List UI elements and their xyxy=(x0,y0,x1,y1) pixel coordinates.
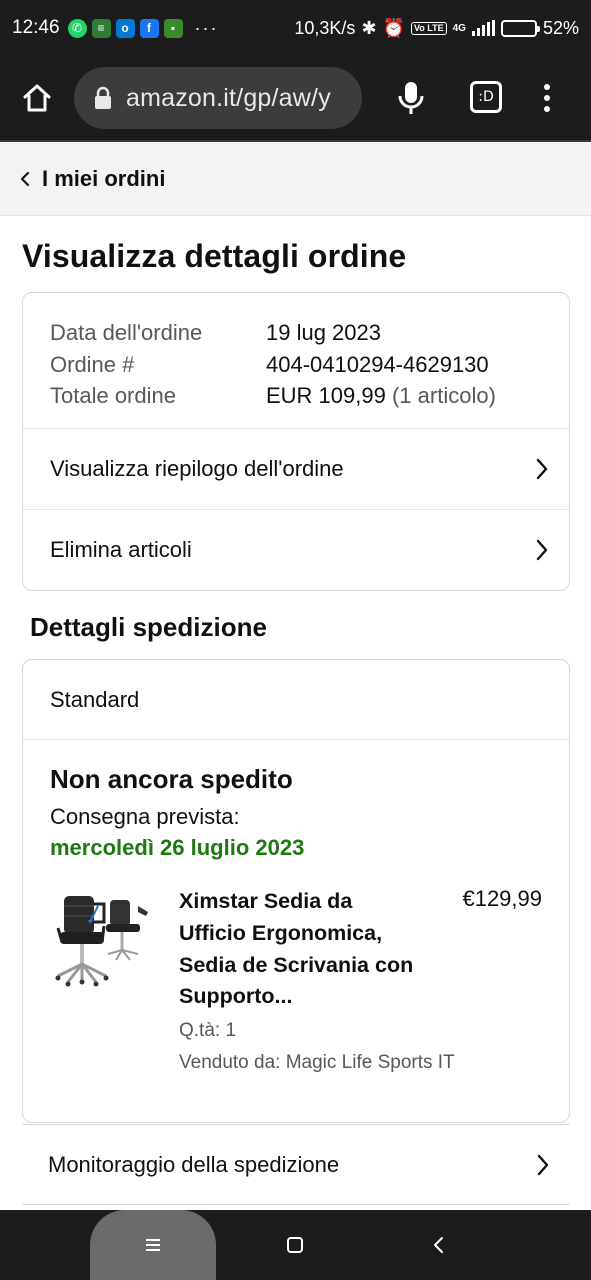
voice-search-button[interactable] xyxy=(390,77,432,119)
order-date-value: 19 lug 2023 xyxy=(266,320,381,345)
outlook-icon: o xyxy=(115,18,135,38)
bluetooth-icon: ✱ xyxy=(361,17,377,38)
tab-switcher-button[interactable]: :D xyxy=(470,81,502,113)
chevron-left-icon xyxy=(20,171,30,187)
microphone-icon xyxy=(398,82,424,114)
view-order-summary-link[interactable]: Visualizza riepilogo dell'ordine xyxy=(23,428,569,509)
battery-level: 52% xyxy=(542,17,579,38)
shipment-details: Non ancora spedito Consegna prevista: me… xyxy=(23,740,569,1086)
chevron-right-icon xyxy=(536,539,548,561)
delete-items-link[interactable]: Elimina articoli xyxy=(23,509,569,590)
status-bar: 12:46 ✆ ≡ o f ▪ ··· 10,3K/s ✱ ⏰ Vo LTE 4… xyxy=(0,0,591,56)
order-item: Ximstar Sedia da Ufficio Ergonomica, Sed… xyxy=(50,886,542,1086)
notification-icons: ✆ ≡ o f ▪ xyxy=(67,18,183,38)
browser-menu-button[interactable] xyxy=(530,81,564,115)
menu-dot-icon xyxy=(544,95,550,101)
breadcrumb[interactable]: I miei ordini xyxy=(0,143,591,216)
order-number-value: 404-0410294-4629130 xyxy=(266,351,489,377)
track-shipment-label: Monitoraggio della spedizione xyxy=(48,1151,340,1177)
delivery-estimate-label: Consegna prevista: xyxy=(50,804,240,829)
shipping-method: Standard xyxy=(23,660,569,740)
back-nav-button[interactable] xyxy=(422,1228,456,1262)
order-date-row: Data dell'ordine 19 lug 2023 xyxy=(50,317,542,349)
shipment-status: Non ancora spedito xyxy=(50,764,293,794)
menu-icon xyxy=(146,1239,160,1251)
view-order-summary-label: Visualizza riepilogo dell'ordine xyxy=(50,456,344,481)
more-notifications-icon: ··· xyxy=(194,17,219,38)
signal-icon xyxy=(471,20,495,36)
shipment-card: Standard Non ancora spedito Consegna pre… xyxy=(22,659,570,1123)
product-seller: Venduto da: Magic Life Sports IT xyxy=(179,1052,455,1073)
whatsapp-icon: ✆ xyxy=(67,18,87,38)
facebook-icon: f xyxy=(139,18,159,38)
network-type: 4G xyxy=(452,22,466,34)
breadcrumb-label: I miei ordini xyxy=(42,166,166,191)
chevron-right-icon xyxy=(536,458,548,480)
menu-dot-icon xyxy=(544,106,550,112)
home-nav-button[interactable] xyxy=(278,1228,312,1262)
back-icon xyxy=(434,1237,443,1253)
order-date-label: Data dell'ordine xyxy=(50,320,203,345)
product-quantity: Q.tà: 1 xyxy=(179,1020,237,1041)
delivery-date: mercoledì 26 luglio 2023 xyxy=(50,835,305,860)
track-shipment-link[interactable]: Monitoraggio della spedizione xyxy=(22,1124,570,1205)
status-time: 12:46 xyxy=(12,17,60,38)
network-speed: 10,3K/s xyxy=(294,17,356,38)
order-item-count: (1 articolo) xyxy=(391,383,496,408)
system-navigation-bar xyxy=(0,1210,591,1280)
chevron-right-icon xyxy=(537,1154,549,1175)
order-info: Data dell'ordine 19 lug 2023 Ordine # 40… xyxy=(23,293,569,428)
delete-items-label: Elimina articoli xyxy=(50,537,192,562)
order-number-label: Ordine # xyxy=(50,351,135,377)
home-icon xyxy=(23,84,51,112)
address-bar[interactable]: amazon.it/gp/aw/y xyxy=(74,67,362,129)
product-image[interactable] xyxy=(54,892,154,988)
volte-icon: Vo LTE xyxy=(410,21,447,35)
product-title[interactable]: Ximstar Sedia da Ufficio Ergonomica, Sed… xyxy=(179,886,419,1013)
browser-toolbar: amazon.it/gp/aw/y :D xyxy=(0,56,591,142)
page-title: Visualizza dettagli ordine xyxy=(22,238,407,274)
recents-button[interactable] xyxy=(136,1228,170,1262)
order-number-row: Ordine # 404-0410294-4629130 xyxy=(50,349,542,381)
order-total-label: Totale ordine xyxy=(50,383,176,408)
order-total-value: EUR 109,99 xyxy=(266,383,386,408)
shipment-section-title: Dettagli spedizione xyxy=(30,612,267,642)
alarm-icon: ⏰ xyxy=(382,17,405,38)
menu-dot-icon xyxy=(544,84,550,90)
order-total-row: Totale ordine EUR 109,99 (1 articolo) xyxy=(50,380,542,412)
product-price: €129,99 xyxy=(462,886,542,911)
home-button[interactable] xyxy=(0,55,74,141)
url-text: amazon.it/gp/aw/y xyxy=(126,83,331,112)
battery-icon xyxy=(500,19,540,37)
order-summary-card: Data dell'ordine 19 lug 2023 Ordine # 40… xyxy=(22,292,570,591)
app-notification-icon: ▪ xyxy=(163,18,183,38)
sms-icon: ≡ xyxy=(91,18,111,38)
square-icon xyxy=(287,1237,303,1253)
lock-icon xyxy=(94,86,112,110)
